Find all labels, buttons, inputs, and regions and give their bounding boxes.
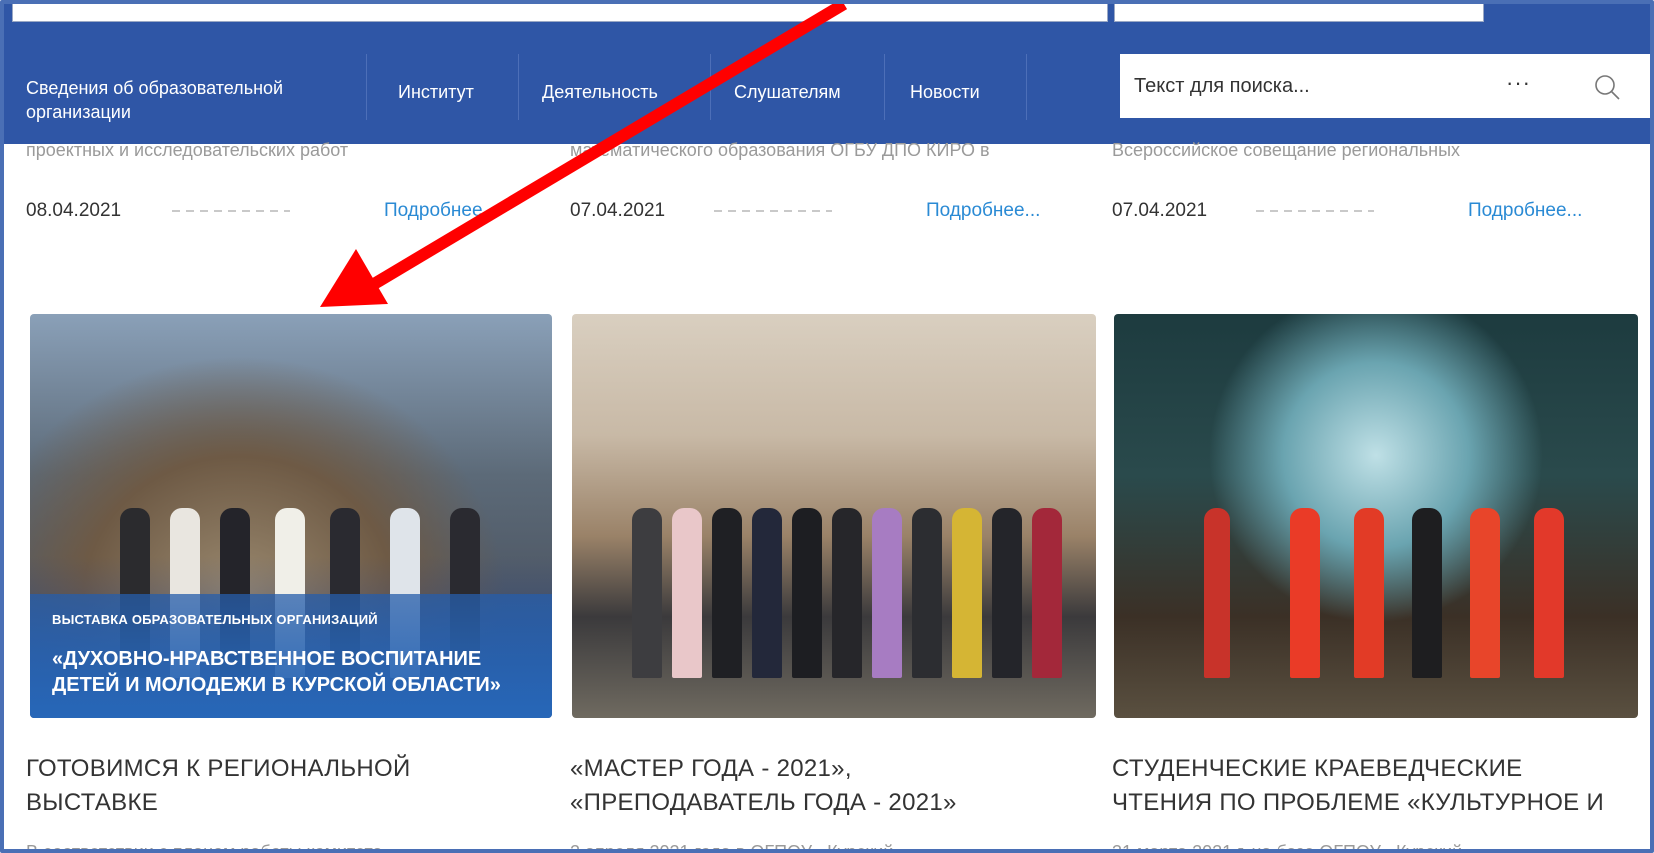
image-figure bbox=[1354, 508, 1384, 678]
news-card-title-line1: ГОТОВИМСЯ К РЕГИОНАЛЬНОЙ bbox=[26, 755, 411, 782]
top-strip bbox=[4, 4, 1650, 32]
nav-item-label-line2: организации bbox=[26, 102, 131, 122]
news-card-description: 2 апреля 2021 года в ОГПОУ «Курский bbox=[570, 842, 894, 853]
image-figure bbox=[1534, 508, 1564, 678]
news-card-title[interactable]: ГОТОВИМСЯ К РЕГИОНАЛЬНОЙ ВЫСТАВКЕ bbox=[26, 752, 411, 820]
search-input[interactable] bbox=[1134, 68, 1464, 104]
image-figure bbox=[1470, 508, 1500, 678]
news-date: 08.04.2021 bbox=[26, 200, 122, 221]
top-field-right[interactable] bbox=[1114, 4, 1484, 22]
image-figure bbox=[992, 508, 1022, 678]
image-figure bbox=[1032, 508, 1062, 678]
dashed-divider bbox=[1256, 210, 1374, 212]
main-navigation: Сведения об образовательной организации … bbox=[4, 32, 1650, 144]
news-card-description: 31 марта 2021 г. на базе ОГПОУ «Курский bbox=[1112, 842, 1463, 853]
nav-item-activity[interactable]: Деятельность bbox=[542, 80, 658, 104]
image-figure bbox=[792, 508, 822, 678]
banner-heading-line2: ДЕТЕЙ И МОЛОДЕЖИ В КУРСКОЙ ОБЛАСТИ» bbox=[52, 674, 501, 696]
news-card-title[interactable]: СТУДЕНЧЕСКИЕ КРАЕВЕДЧЕСКИЕ ЧТЕНИЯ ПО ПРО… bbox=[1112, 752, 1604, 820]
news-card-title-line2: ВЫСТАВКЕ bbox=[26, 789, 159, 816]
news-excerpt-cut: проектных и исследовательских работ bbox=[26, 140, 349, 160]
news-card-title-line1: «МАСТЕР ГОДА - 2021», bbox=[570, 755, 852, 782]
read-more-link[interactable]: Подробнее... bbox=[926, 200, 1040, 222]
news-date: 07.04.2021 bbox=[570, 200, 666, 221]
image-figure bbox=[1290, 508, 1320, 678]
news-image-student-readings[interactable] bbox=[1114, 314, 1638, 718]
search-box: ··· bbox=[1120, 54, 1650, 118]
news-excerpt-cut: Всероссийское совещание региональных bbox=[1112, 140, 1461, 160]
search-options-icon[interactable]: ··· bbox=[1506, 70, 1531, 96]
image-figure bbox=[632, 508, 662, 678]
nav-separator bbox=[884, 54, 885, 120]
banner-caption: ВЫСТАВКА ОБРАЗОВАТЕЛЬНЫХ ОРГАНИЗАЦИЙ bbox=[52, 612, 378, 627]
image-figure bbox=[752, 508, 782, 678]
news-card-title-line1: СТУДЕНЧЕСКИЕ КРАЕВЕДЧЕСКИЕ bbox=[1112, 755, 1523, 782]
nav-item-institute[interactable]: Институт bbox=[398, 80, 474, 104]
dashed-divider bbox=[172, 210, 290, 212]
nav-separator bbox=[518, 54, 519, 120]
news-image-exhibition[interactable]: ВЫСТАВКА ОБРАЗОВАТЕЛЬНЫХ ОРГАНИЗАЦИЙ «ДУ… bbox=[30, 314, 552, 718]
news-card-title-line2: «ПРЕПОДАВАТЕЛЬ ГОДА - 2021» bbox=[570, 789, 957, 816]
image-figure bbox=[872, 508, 902, 678]
banner-heading: «ДУХОВНО-НРАВСТВЕННОЕ ВОСПИТАНИЕ ДЕТЕЙ И… bbox=[52, 646, 501, 698]
nav-item-students[interactable]: Слушателям bbox=[734, 80, 841, 104]
image-figure bbox=[912, 508, 942, 678]
image-figure bbox=[1412, 508, 1442, 678]
top-field-left[interactable] bbox=[12, 4, 1108, 22]
image-figure bbox=[952, 508, 982, 678]
news-card-title[interactable]: «МАСТЕР ГОДА - 2021», «ПРЕПОДАВАТЕЛЬ ГОД… bbox=[570, 752, 957, 820]
image-figure bbox=[712, 508, 742, 678]
banner-heading-line1: «ДУХОВНО-НРАВСТВЕННОЕ ВОСПИТАНИЕ bbox=[52, 648, 482, 670]
image-figure bbox=[672, 508, 702, 678]
nav-item-label-line1: Сведения об образовательной bbox=[26, 78, 284, 98]
news-card-title-line2: ЧТЕНИЯ ПО ПРОБЛЕМЕ «КУЛЬТУРНОЕ И bbox=[1112, 789, 1604, 816]
news-excerpt-cut: математического образования ОГБУ ДПО КИР… bbox=[570, 140, 990, 160]
image-banner: ВЫСТАВКА ОБРАЗОВАТЕЛЬНЫХ ОРГАНИЗАЦИЙ «ДУ… bbox=[30, 594, 552, 718]
news-date: 07.04.2021 bbox=[1112, 200, 1208, 221]
nav-separator bbox=[710, 54, 711, 120]
nav-item-organization-info[interactable]: Сведения об образовательной организации bbox=[26, 76, 283, 124]
news-image-award-ceremony[interactable] bbox=[572, 314, 1096, 718]
image-figure bbox=[832, 508, 862, 678]
nav-separator bbox=[1026, 54, 1027, 120]
image-figure bbox=[1204, 508, 1230, 678]
nav-item-news[interactable]: Новости bbox=[910, 80, 980, 104]
dashed-divider bbox=[714, 210, 832, 212]
news-card-description: В соответствии с планом работы комитета bbox=[26, 842, 383, 853]
search-icon[interactable] bbox=[1592, 72, 1622, 102]
read-more-link[interactable]: Подробнее... bbox=[1468, 200, 1582, 222]
read-more-link[interactable]: Подробнее... bbox=[384, 200, 498, 222]
browser-frame: Сведения об образовательной организации … bbox=[0, 0, 1654, 853]
nav-separator bbox=[366, 54, 367, 120]
